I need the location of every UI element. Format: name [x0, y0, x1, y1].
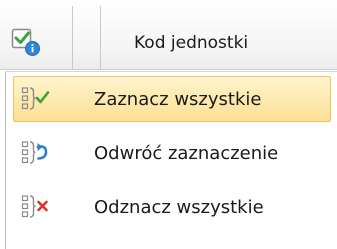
selection-context-menu: Zaznacz wszystkie Odwróć zaznaczenie Odz…: [5, 71, 337, 249]
select-all-check-icon: [21, 87, 50, 110]
checkbox-check-info-icon[interactable]: [11, 27, 41, 57]
menu-item-deselect-all[interactable]: Odznacz wszystkie: [6, 184, 337, 230]
grid-header: Kod jednostki: [0, 0, 337, 70]
menu-item-label: Zaznacz wszystkie: [94, 89, 262, 110]
deselect-all-icon: [21, 195, 48, 218]
header-select-cell[interactable]: [0, 0, 72, 70]
column-header-kod-jednostki[interactable]: Kod jednostki: [134, 33, 248, 53]
menu-item-invert-selection[interactable]: Odwróć zaznaczenie: [6, 130, 337, 176]
header-divider: [100, 6, 101, 69]
menu-item-label: Odwróć zaznaczenie: [94, 143, 279, 164]
menu-item-select-all[interactable]: Zaznacz wszystkie: [13, 76, 331, 122]
header-divider: [72, 6, 73, 69]
menu-item-label: Odznacz wszystkie: [94, 197, 264, 218]
invert-selection-icon: [21, 141, 48, 164]
